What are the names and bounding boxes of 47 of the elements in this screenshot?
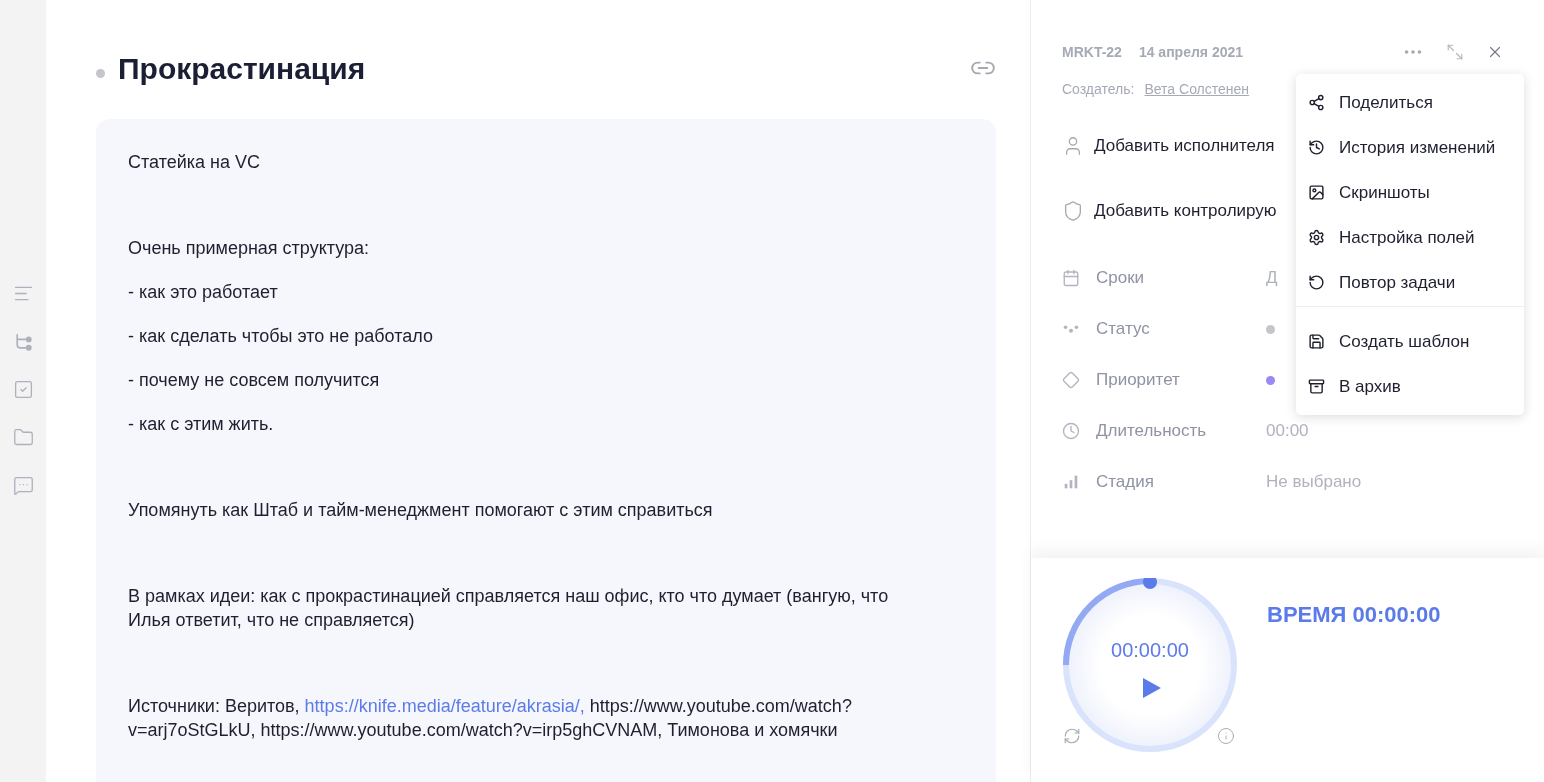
task-id: MRKT-22 (1062, 42, 1122, 62)
comment-icon[interactable] (12, 475, 34, 496)
bars-icon (1062, 473, 1080, 491)
menu-item[interactable]: В архив (1296, 364, 1524, 409)
link[interactable]: https://knife.media/feature/akrasia/, (304, 696, 585, 716)
history-icon (1308, 139, 1325, 156)
info-icon[interactable] (1217, 727, 1235, 745)
diamond-icon (1062, 371, 1080, 389)
repeat-icon (1308, 274, 1325, 291)
image-icon (1308, 184, 1325, 201)
field-label: Стадия (1096, 471, 1155, 494)
paragraph: Упомянуть как Штаб и тайм-менеджмент помогают с этим справиться (128, 499, 714, 522)
menu-item[interactable]: Создать шаблон (1296, 319, 1524, 364)
paragraph: В рамках идеи: как с прокрастинацией справляется наш офис, кто что думает (вангую, что Илья ответит, что не справляется) (128, 585, 890, 632)
creator-label: Создатель: (1062, 80, 1135, 99)
menu-item[interactable]: Поделиться (1296, 80, 1524, 125)
share-icon (1308, 94, 1325, 111)
expand-icon[interactable] (1446, 43, 1464, 61)
field-label: Статус (1096, 318, 1151, 341)
timer-clock: 00:00:00 (1111, 638, 1189, 663)
menu-item[interactable]: Скриншоты (1296, 170, 1524, 215)
field-label: Приоритет (1096, 369, 1181, 392)
list-item: - как с этим жить. (128, 413, 275, 436)
menu-item[interactable]: Настройка полей (1296, 215, 1524, 260)
play-icon[interactable] (1142, 677, 1162, 699)
total-time: ВРЕМЯ 00:00:00 (1267, 601, 1441, 626)
menu-item[interactable]: История изменений (1296, 125, 1524, 170)
folder-icon[interactable] (12, 427, 34, 448)
save-icon (1308, 333, 1325, 350)
field-label: Длительность (1096, 420, 1208, 443)
field-label: Сроки (1096, 267, 1146, 290)
list-item: - как сделать чтобы это не работало (128, 325, 434, 348)
archive-icon (1308, 378, 1325, 395)
clock-icon (1062, 422, 1080, 440)
paragraph: Статейка на VC (128, 151, 261, 174)
task-date: 14 апреля 2021 (1138, 42, 1244, 62)
task-title: Прокрастинация (118, 50, 366, 87)
settings-icon (1308, 229, 1325, 246)
list-item: - как это работает (128, 281, 279, 304)
menu-item[interactable]: Повтор задачи (1296, 260, 1524, 305)
shield-icon (1062, 200, 1084, 222)
reset-icon[interactable] (1063, 727, 1081, 745)
paragraph: Источники: Веритов, https://knife.media/feature/akrasia/, https://www.youtube.com/watch?v=arj7oStGLkU, https://www.youtube.com/watch?v=irp5ghCVNAM, Тимонова и хомячки (128, 695, 853, 742)
list-item: - почему не совсем получится (128, 369, 381, 392)
paragraph: Очень примерная структура: (128, 237, 370, 260)
calendar-icon (1062, 269, 1080, 287)
checkbox-icon[interactable] (12, 379, 34, 400)
